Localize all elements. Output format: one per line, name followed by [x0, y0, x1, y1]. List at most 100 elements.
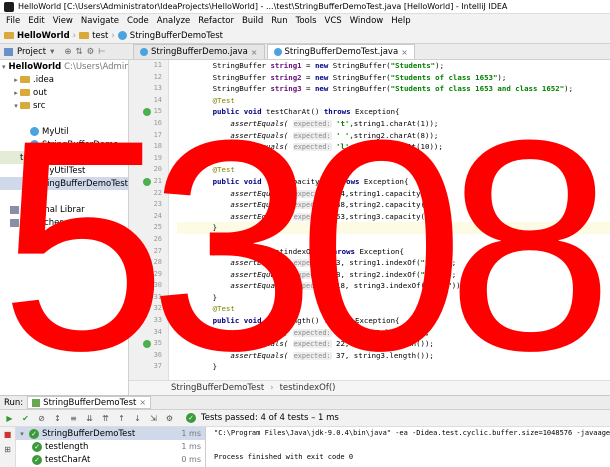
code-line[interactable]: }	[177, 361, 610, 373]
menu-item-analyze[interactable]: Analyze	[153, 16, 195, 26]
sort-alpha-icon[interactable]: ↕	[52, 413, 63, 424]
nav-folder[interactable]: test	[92, 31, 108, 41]
code-token: throws	[323, 107, 351, 117]
test-result-item[interactable]: ✓ testCharAt 0 ms	[16, 453, 205, 466]
code-editor[interactable]: 11 12 13 14 15 16 17 18 19 20 21 22 23 24 25 26 27 28 29 30…	[129, 60, 610, 380]
stop-icon[interactable]: ■	[2, 429, 13, 440]
code-line[interactable]: assertEquals( expected: 53,string3.capac…	[177, 211, 610, 223]
code-line[interactable]: assertEquals( expected: 'l',string3.char…	[177, 141, 610, 153]
expanded-arrow-icon[interactable]: ▾	[12, 102, 20, 110]
run-test-icon[interactable]	[143, 259, 151, 268]
code-line[interactable]: assertEquals( expected: ' ',string2.char…	[177, 130, 610, 142]
close-icon[interactable]: ×	[251, 48, 258, 57]
tree-item[interactable]: ▾ src	[0, 99, 128, 112]
tree-item[interactable]: External Librar	[0, 203, 128, 216]
code-line[interactable]: @Test	[177, 234, 610, 246]
code-line[interactable]: public void testCharAt() throws Exceptio…	[177, 106, 610, 118]
collapse-all-icon[interactable]: ⇈	[100, 413, 111, 424]
export-icon[interactable]: ⇲	[148, 413, 159, 424]
menu-item-tools[interactable]: Tools	[292, 16, 321, 26]
chevron-down-icon[interactable]: ▾	[50, 47, 54, 57]
code-line[interactable]: @Test	[177, 303, 610, 315]
tree-item[interactable]: MyUtilTest	[0, 164, 128, 177]
code-line[interactable]: assertEquals( expected: 22, string2.leng…	[177, 338, 610, 350]
editor-tab[interactable]: StringBufferDemoTest.java ×	[266, 44, 415, 59]
tree-item[interactable]: ▸ out	[0, 86, 128, 99]
code-line[interactable]: assertEquals( expected: 3, string1.index…	[177, 257, 610, 269]
nav-project[interactable]: HelloWorld	[17, 31, 70, 41]
tree-item[interactable]	[0, 190, 128, 203]
code-line[interactable]: public void testindexOf() throws Excepti…	[177, 246, 610, 258]
line-number: 26	[153, 234, 162, 243]
prev-icon[interactable]: ↑	[116, 413, 127, 424]
tree-item[interactable]: ▸ .idea	[0, 73, 128, 86]
gear-icon[interactable]: ⚙	[87, 47, 95, 57]
code-line[interactable]: assertEquals( expected: 38,string2.capac…	[177, 199, 610, 211]
code-line[interactable]: }	[177, 153, 610, 165]
expanded-arrow-icon[interactable]: ▾	[18, 430, 26, 438]
code-line[interactable]: public void testlength() throws Exceptio…	[177, 315, 610, 327]
tree-item[interactable]: Scratches and Con	[0, 216, 128, 229]
code-line[interactable]: assertEquals( expected: 8, string2.index…	[177, 269, 610, 281]
test-result-item[interactable]: ✓ testlength 1 ms	[16, 440, 205, 453]
code-line[interactable]: assertEquals( expected: 18, string3.inde…	[177, 280, 610, 292]
close-icon[interactable]: ×	[139, 398, 146, 407]
code-line[interactable]: assertEquals( expected: 8, string1.lengt…	[177, 327, 610, 339]
menu-item-navigate[interactable]: Navigate	[77, 16, 123, 26]
next-icon[interactable]: ↓	[132, 413, 143, 424]
run-test-icon[interactable]	[143, 340, 151, 349]
tree-item[interactable]: StringBufferDemo	[0, 138, 128, 151]
menu-item-file[interactable]: File	[2, 16, 24, 26]
menu-item-refactor[interactable]: Refactor	[194, 16, 238, 26]
menu-item-code[interactable]: Code	[123, 16, 153, 26]
test-result-item[interactable]: ▾ ✓ StringBufferDemoTest 1 ms	[16, 427, 205, 440]
ignored-filter-icon[interactable]: ⊘	[36, 413, 47, 424]
nav-class[interactable]: StringBufferDemoTest	[130, 31, 223, 41]
expanded-arrow-icon[interactable]: ▾	[2, 63, 6, 71]
code-line[interactable]: StringBuffer string3 = new StringBuffer(…	[177, 83, 610, 95]
menu-item-vcs[interactable]: VCS	[321, 16, 346, 26]
collapse-icon[interactable]: ⇅	[76, 47, 83, 57]
settings-icon[interactable]: ⚙	[164, 413, 175, 424]
editor-tab[interactable]: StringBufferDemo.java ×	[133, 44, 265, 59]
rerun-icon[interactable]: ▶	[4, 413, 15, 424]
code-line[interactable]: StringBuffer string1 = new StringBuffer(…	[177, 60, 610, 72]
hide-icon[interactable]: ⊢	[98, 47, 105, 57]
menu-item-build[interactable]: Build	[238, 16, 267, 26]
menu-item-help[interactable]: Help	[387, 16, 414, 26]
collapsed-arrow-icon[interactable]: ▸	[12, 89, 20, 97]
console-output[interactable]: "C:\Program Files\Java\jdk-9.0.4\bin\jav…	[206, 427, 610, 467]
menu-item-edit[interactable]: Edit	[24, 16, 48, 26]
code-line[interactable]: assertEquals( expected: 24,string1.capac…	[177, 188, 610, 200]
sync-icon[interactable]: ⊕	[64, 47, 71, 57]
collapsed-arrow-icon[interactable]: ▸	[12, 76, 20, 84]
project-view-selector[interactable]: Project	[17, 47, 46, 57]
code-line[interactable]: public void testCapacity() throws Except…	[177, 176, 610, 188]
code-line[interactable]: assertEquals( expected: 't',string1.char…	[177, 118, 610, 130]
tree-item[interactable]	[0, 112, 128, 125]
code-area[interactable]: StringBuffer string1 = new StringBuffer(…	[177, 60, 610, 380]
run-test-icon[interactable]	[143, 177, 151, 186]
breadcrumb-class[interactable]: StringBufferDemoTest	[171, 383, 264, 393]
pin-icon[interactable]: ⊞	[2, 444, 13, 455]
close-icon[interactable]: ×	[401, 48, 408, 57]
code-line[interactable]: }	[177, 292, 610, 304]
code-line[interactable]: assertEquals( expected: 37, string3.leng…	[177, 350, 610, 362]
tree-item[interactable]: ▾HelloWorldC:\Users\Administ	[0, 60, 128, 73]
menu-item-run[interactable]: Run	[267, 16, 291, 26]
menu-item-window[interactable]: Window	[346, 16, 388, 26]
passed-filter-icon[interactable]: ✔	[20, 413, 31, 424]
tree-item[interactable]: test	[0, 151, 128, 164]
run-config-tab[interactable]: StringBufferDemoTest ×	[27, 396, 152, 409]
code-line[interactable]: @Test	[177, 164, 610, 176]
tree-item[interactable]: StringBufferDemoTest	[0, 177, 128, 190]
code-line[interactable]: StringBuffer string2 = new StringBuffer(…	[177, 72, 610, 84]
sort-duration-icon[interactable]: ≡	[68, 413, 79, 424]
expand-all-icon[interactable]: ⇊	[84, 413, 95, 424]
code-line[interactable]: }	[177, 222, 610, 234]
code-line[interactable]: @Test	[177, 95, 610, 107]
menu-item-view[interactable]: View	[49, 16, 77, 26]
tree-item[interactable]: MyUtil	[0, 125, 128, 138]
run-test-icon[interactable]	[143, 108, 151, 117]
breadcrumb-method[interactable]: testindexOf()	[280, 383, 336, 393]
